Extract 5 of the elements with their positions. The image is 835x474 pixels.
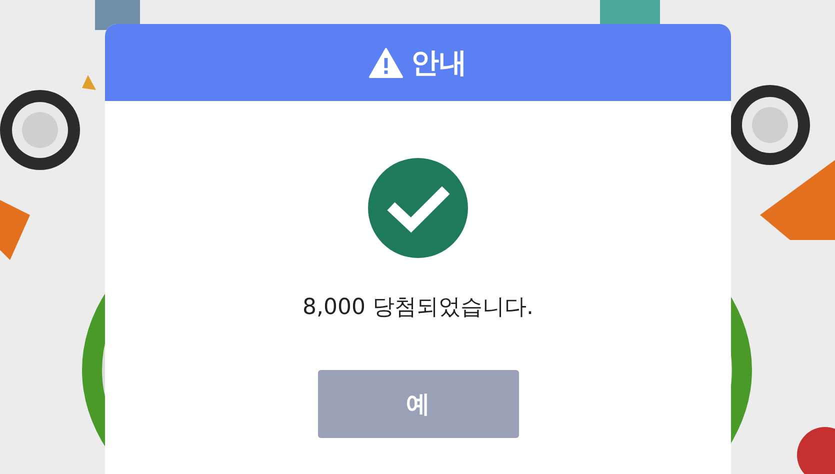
dialog-message: 8,000 당첨되었습니다. <box>302 294 534 322</box>
confirm-button[interactable]: 예 <box>318 370 518 438</box>
warning-icon <box>369 48 403 78</box>
success-check-icon <box>368 158 468 258</box>
dialog-title: 안내 <box>411 44 467 80</box>
